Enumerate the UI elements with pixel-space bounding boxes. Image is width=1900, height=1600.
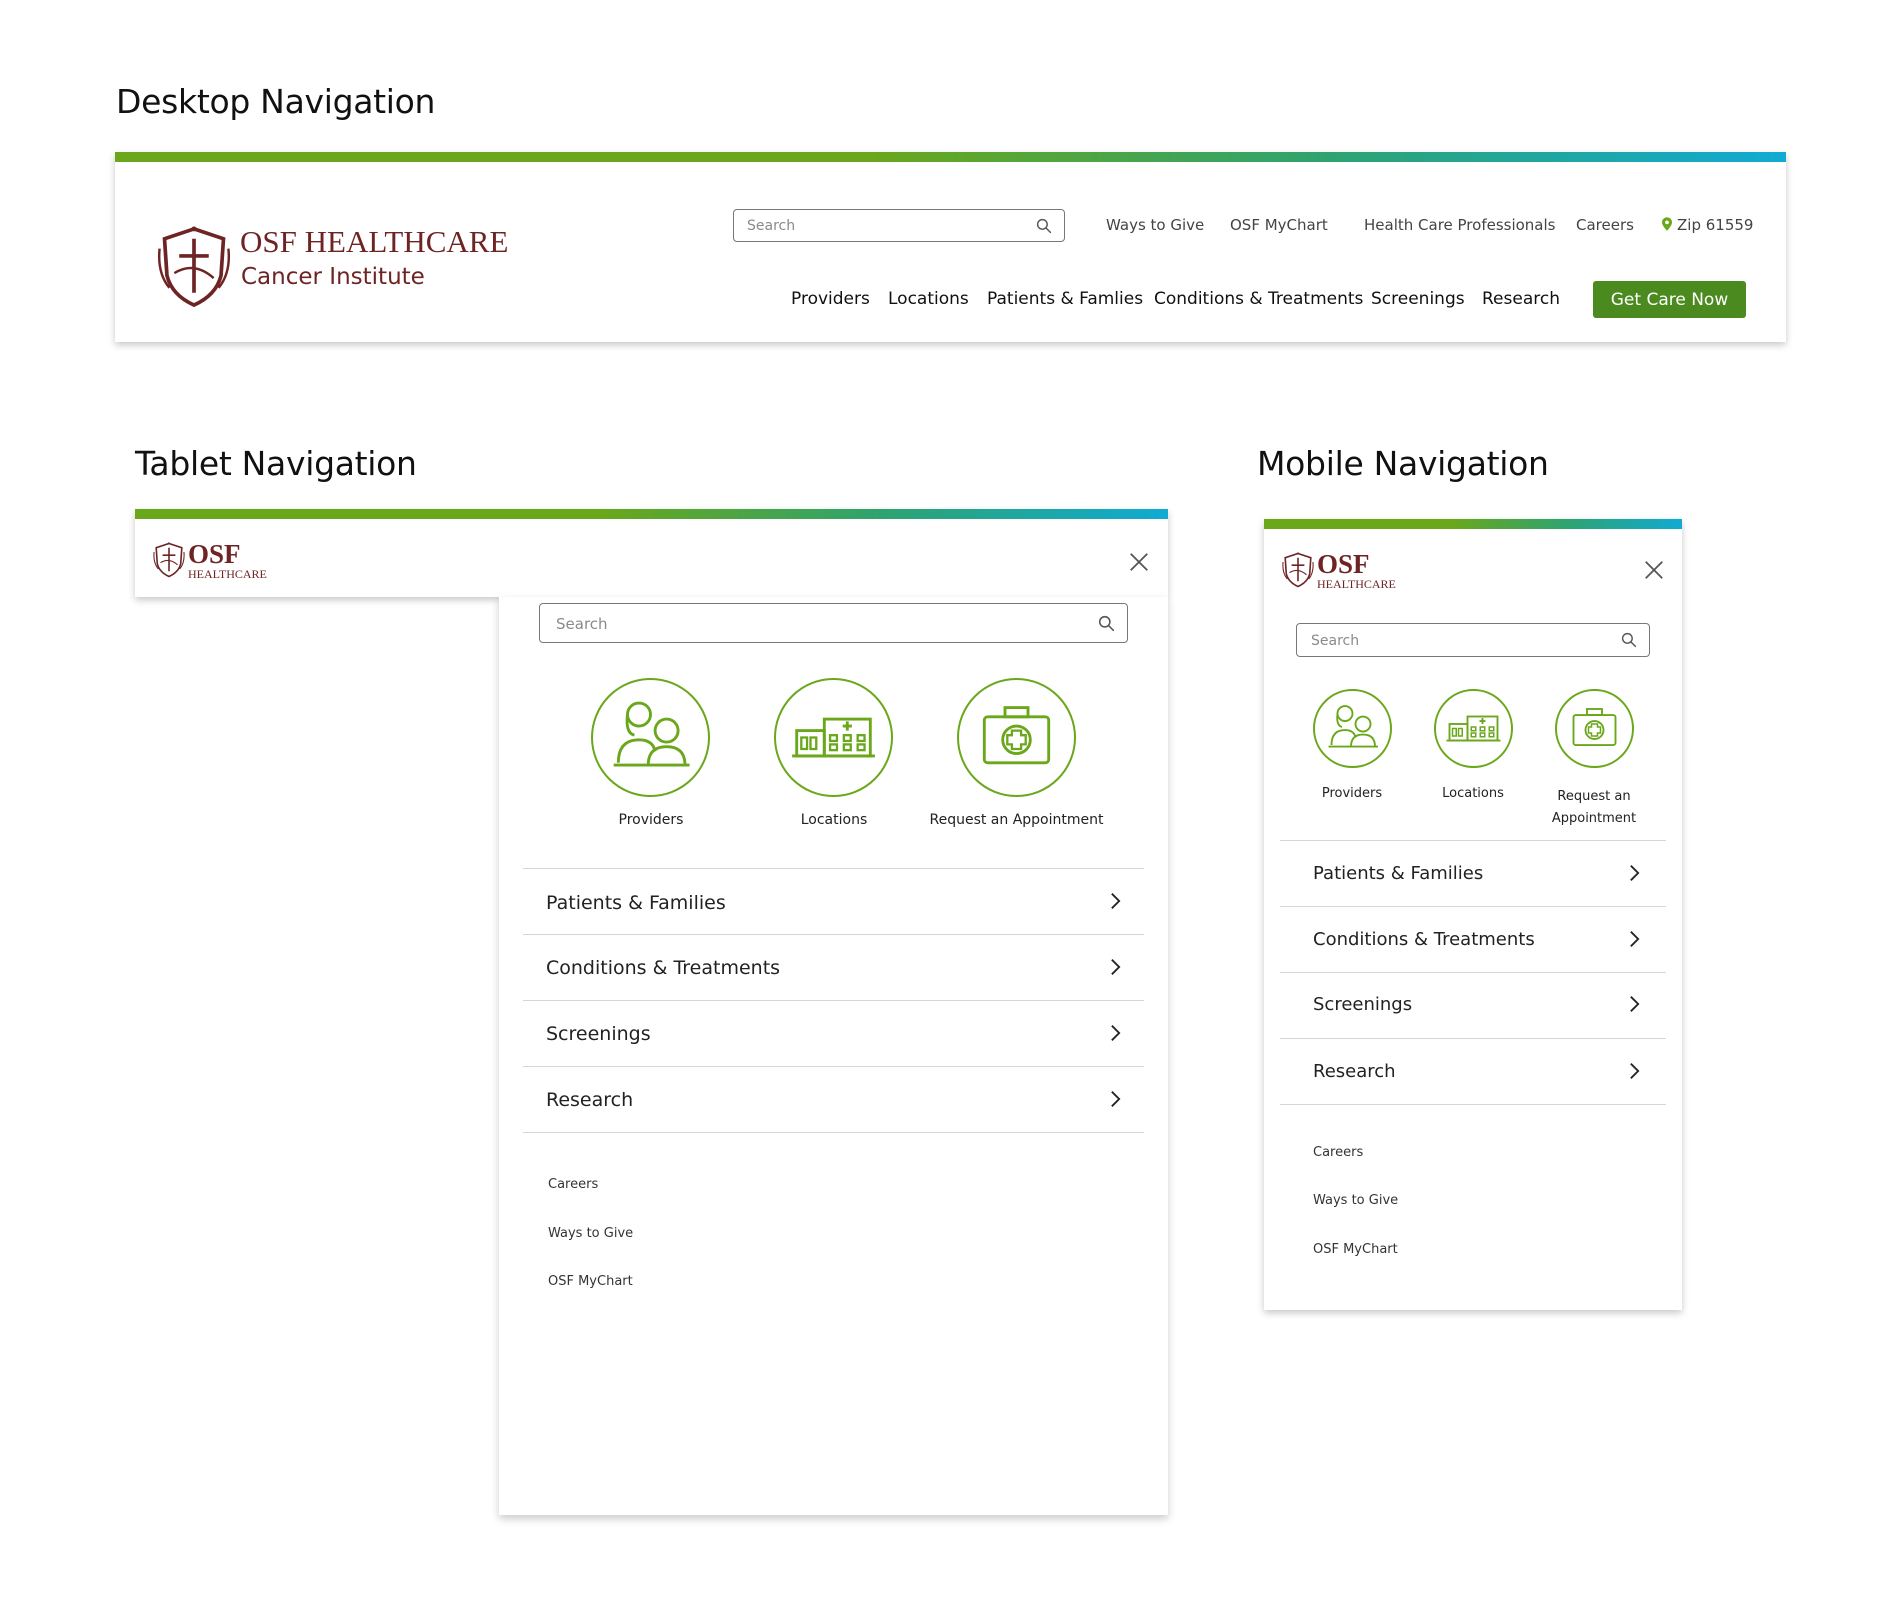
util-link-careers[interactable]: Careers bbox=[1576, 216, 1634, 234]
menu-item-label: Research bbox=[546, 1089, 634, 1111]
tablet-section-title: Tablet Navigation bbox=[135, 444, 417, 483]
brand-gradient-bar bbox=[115, 152, 1786, 162]
brand-subtitle: Cancer Institute bbox=[241, 264, 425, 290]
providers-icon bbox=[591, 678, 710, 797]
search-icon[interactable] bbox=[1098, 615, 1115, 632]
chevron-right-icon bbox=[1110, 1023, 1121, 1043]
zip-label: Zip 61559 bbox=[1677, 216, 1754, 234]
mobile-search-input[interactable]: Search bbox=[1296, 623, 1650, 657]
tablet-menu-item-screenings[interactable]: Screenings bbox=[523, 1000, 1144, 1066]
brand-osf: OSF bbox=[188, 539, 241, 569]
util-link-health-care-professionals[interactable]: Health Care Professionals bbox=[1364, 216, 1555, 234]
nav-research[interactable]: Research bbox=[1482, 289, 1560, 309]
mobile-menu-item-patients-families[interactable]: Patients & Families bbox=[1280, 840, 1666, 906]
quick-link-label: Providers bbox=[1321, 786, 1383, 801]
menu-item-label: Conditions & Treatments bbox=[1313, 929, 1535, 950]
chevron-right-icon bbox=[1629, 929, 1640, 949]
brand-name: OSF HEALTHCARE bbox=[240, 224, 509, 259]
search-placeholder: Search bbox=[1311, 633, 1360, 649]
nav-screenings[interactable]: Screenings bbox=[1371, 289, 1465, 309]
quick-link-label: Providers bbox=[618, 812, 684, 828]
chevron-right-icon bbox=[1629, 994, 1640, 1014]
tablet-menu-item-conditions-treatments[interactable]: Conditions & Treatments bbox=[523, 934, 1144, 1000]
osf-shield-icon bbox=[153, 541, 185, 579]
providers-icon bbox=[1313, 689, 1392, 768]
desktop-nav-panel: OSF HEALTHCARE Cancer Institute Search W… bbox=[115, 152, 1786, 342]
brand-osf: OSF bbox=[1317, 549, 1370, 579]
tablet-search-input[interactable]: Search bbox=[539, 603, 1128, 643]
chevron-right-icon bbox=[1110, 957, 1121, 977]
mobile-section-title: Mobile Navigation bbox=[1257, 444, 1549, 483]
chevron-right-icon bbox=[1110, 1089, 1121, 1109]
nav-providers[interactable]: Providers bbox=[791, 289, 870, 309]
medical-kit-icon bbox=[957, 678, 1076, 797]
desktop-section-title: Desktop Navigation bbox=[116, 82, 436, 121]
menu-item-label: Research bbox=[1313, 1061, 1396, 1082]
mobile-link-ways-to-give[interactable]: Ways to Give bbox=[1313, 1193, 1398, 1208]
mobile-link-mychart[interactable]: OSF MyChart bbox=[1313, 1242, 1398, 1257]
menu-item-label: Screenings bbox=[1313, 994, 1413, 1015]
building-icon bbox=[774, 678, 893, 797]
building-icon bbox=[1434, 689, 1513, 768]
nav-patients-families[interactable]: Patients & Famlies bbox=[987, 289, 1143, 309]
desktop-search-input[interactable]: Search bbox=[733, 209, 1065, 242]
close-icon[interactable] bbox=[1643, 559, 1665, 581]
tablet-header-panel: OSF HEALTHCARE bbox=[135, 509, 1168, 597]
quick-link-label: Request an Appointment bbox=[1551, 789, 1637, 826]
nav-conditions-treatments[interactable]: Conditions & Treatments bbox=[1154, 289, 1363, 309]
util-link-mychart[interactable]: OSF MyChart bbox=[1230, 216, 1328, 234]
brand-gradient-bar bbox=[1264, 519, 1682, 529]
brand-gradient-bar bbox=[135, 509, 1168, 519]
close-icon[interactable] bbox=[1128, 551, 1150, 573]
menu-item-label: Patients & Families bbox=[546, 892, 726, 914]
brand-healthcare: HEALTHCARE bbox=[188, 567, 267, 581]
menu-divider bbox=[523, 1132, 1144, 1133]
util-link-ways-to-give[interactable]: Ways to Give bbox=[1106, 216, 1204, 234]
osf-shield-icon bbox=[1282, 551, 1314, 589]
chevron-right-icon bbox=[1110, 891, 1121, 911]
tablet-menu-drawer: Search Providers Locations Request an Ap… bbox=[499, 597, 1168, 1515]
mobile-menu-item-research[interactable]: Research bbox=[1280, 1038, 1666, 1104]
menu-divider bbox=[1280, 1104, 1666, 1105]
get-care-now-button[interactable]: Get Care Now bbox=[1593, 281, 1746, 318]
quick-link-label: Locations bbox=[1442, 786, 1504, 801]
brand-healthcare: HEALTHCARE bbox=[1317, 577, 1396, 591]
quick-link-label: Locations bbox=[800, 812, 868, 828]
mobile-menu-item-screenings[interactable]: Screenings bbox=[1280, 972, 1666, 1038]
mobile-nav-panel: OSF HEALTHCARE Search Providers Location… bbox=[1264, 519, 1682, 1310]
search-placeholder: Search bbox=[747, 218, 796, 234]
search-icon[interactable] bbox=[1621, 632, 1637, 648]
location-pin-icon bbox=[1662, 217, 1672, 231]
menu-item-label: Conditions & Treatments bbox=[546, 957, 781, 979]
mobile-link-careers[interactable]: Careers bbox=[1313, 1145, 1363, 1160]
tablet-link-ways-to-give[interactable]: Ways to Give bbox=[548, 1226, 633, 1241]
tablet-link-careers[interactable]: Careers bbox=[548, 1177, 598, 1192]
search-placeholder: Search bbox=[556, 615, 608, 633]
chevron-right-icon bbox=[1629, 863, 1640, 883]
osf-shield-icon bbox=[157, 224, 231, 310]
mobile-menu-item-conditions-treatments[interactable]: Conditions & Treatments bbox=[1280, 906, 1666, 972]
search-icon[interactable] bbox=[1036, 218, 1052, 234]
tablet-link-mychart[interactable]: OSF MyChart bbox=[548, 1274, 633, 1289]
chevron-right-icon bbox=[1629, 1061, 1640, 1081]
menu-item-label: Patients & Families bbox=[1313, 863, 1484, 884]
quick-link-label: Request an Appointment bbox=[929, 812, 1104, 828]
nav-locations[interactable]: Locations bbox=[888, 289, 969, 309]
tablet-menu-item-patients-families[interactable]: Patients & Families bbox=[523, 868, 1144, 934]
menu-item-label: Screenings bbox=[546, 1023, 651, 1045]
tablet-menu-item-research[interactable]: Research bbox=[523, 1066, 1144, 1132]
medical-kit-icon bbox=[1555, 689, 1634, 768]
